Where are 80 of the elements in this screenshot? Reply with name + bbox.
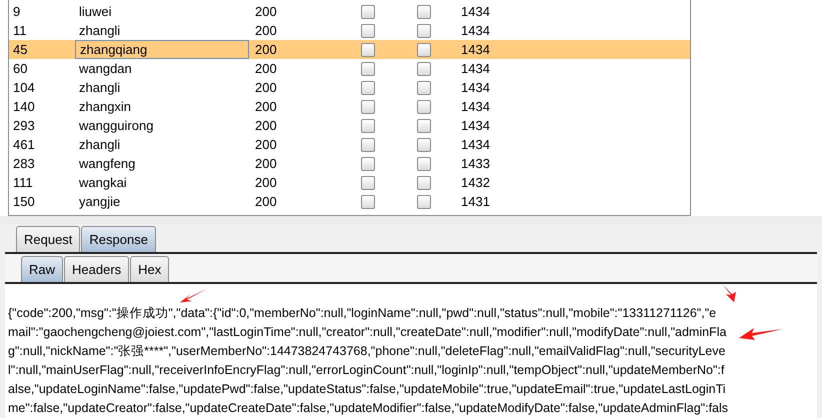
table-cell-text: 111 (12, 174, 34, 192)
table-cell-text: 200 (254, 78, 278, 97)
table-cell-text: 1432 (460, 174, 490, 192)
tab[interactable]: Request (16, 226, 80, 252)
checkbox[interactable] (416, 138, 430, 152)
table-cell-text: 1431 (460, 192, 490, 211)
table-cell-text: 200 (254, 40, 278, 59)
table-cell-text: 1434 (460, 40, 490, 59)
table-cell-text: 200 (254, 22, 278, 40)
table-cell-text: 1434 (460, 78, 490, 97)
checkbox[interactable] (360, 100, 374, 114)
checkbox[interactable] (360, 62, 374, 76)
table-cell-text: 283 (12, 154, 36, 173)
response-line: {"code":200,"msg":"操作成功","data":{"id":0,"memberNo":null,"loginName":null,"pwd":null,"status":null,"mobile":"13311271126","e (8, 305, 716, 322)
table-cell-text: yangjie (78, 192, 122, 211)
table-cell-text: 200 (254, 174, 278, 192)
table-cell-text: zhangli (78, 78, 122, 97)
table-cell: zhangqiang (75, 40, 249, 59)
table-cell-text: 1434 (460, 116, 490, 135)
table-cell-text: 461 (12, 136, 36, 154)
table-cell-text: 11 (12, 22, 28, 40)
table-cell-text: 1434 (460, 2, 490, 21)
response-line: me":false,"updateCreator":false,"updateCreateDate":false,"updateModifier":false,"updateModifyDate":false,"updateAdminFlag":fals (8, 400, 728, 417)
table-cell-text: 1433 (460, 154, 490, 173)
table-cell-text: 45 (12, 40, 28, 59)
table-cell-text: wangfeng (78, 154, 136, 173)
checkbox[interactable] (360, 42, 374, 56)
table-cell-text: 1434 (460, 22, 490, 40)
table-cell-text: wangguirong (78, 116, 154, 135)
table-cell-text: wangkai (78, 174, 128, 192)
response-line: mail":"gaochengcheng@joiest.com","lastLoginTime":null,"creator":null,"createDate":null,"modifier":null,"modifyDate":null,"adminFla (8, 324, 726, 341)
table-cell-text: 1434 (460, 98, 490, 116)
checkbox[interactable] (416, 194, 430, 208)
checkbox[interactable] (360, 80, 374, 94)
table-cell-text: 293 (12, 116, 36, 135)
table-cell-text: 150 (12, 192, 36, 211)
checkbox[interactable] (416, 156, 430, 170)
table-cell-text: zhangli (78, 136, 122, 154)
table-cell-text: 200 (254, 98, 278, 116)
table-cell-text: zhangli (78, 22, 122, 40)
tab[interactable]: Hex (130, 256, 170, 282)
checkbox[interactable] (416, 80, 430, 94)
table-row[interactable]: 45 zhangqiang 200 1434 (9, 40, 690, 59)
tab[interactable]: Raw (21, 256, 64, 282)
table-cell-text: 200 (254, 192, 278, 211)
checkbox[interactable] (360, 118, 374, 132)
table-cell-text: wangdan (78, 60, 133, 78)
table-cell-text: 200 (254, 136, 278, 154)
table-cell-text: 104 (12, 78, 36, 97)
table-cell-text: 60 (12, 60, 28, 78)
checkbox[interactable] (416, 100, 430, 114)
checkbox[interactable] (360, 156, 374, 170)
checkbox[interactable] (416, 24, 430, 38)
table-cell-text: 1434 (460, 60, 490, 78)
tab[interactable]: Response (81, 226, 156, 252)
response-line: alse,"updateLoginName":false,"updatePwd":false,"updateStatus":false,"updateMobile":true,"updateEmail":true,"updateLastLoginTi (8, 381, 726, 398)
table-cell-text: 9 (12, 2, 22, 21)
checkbox[interactable] (360, 138, 374, 152)
annotation-arrow (722, 284, 738, 303)
checkbox[interactable] (360, 24, 374, 38)
checkbox[interactable] (416, 42, 430, 56)
table-cell-text: liuwei (78, 2, 113, 21)
checkbox[interactable] (360, 194, 374, 208)
table-cell-text: 200 (254, 116, 278, 135)
table-cell-text: 1434 (460, 136, 490, 154)
checkbox[interactable] (360, 4, 374, 18)
table-cell-text: 200 (254, 60, 278, 78)
table-cell-text: 140 (12, 98, 36, 116)
checkbox[interactable] (360, 176, 374, 190)
table-cell-text: 200 (254, 2, 278, 21)
checkbox[interactable] (416, 176, 430, 190)
annotation-arrow (738, 326, 784, 342)
response-line: l":null,"mainUserFlag":null,"receiverInfoEncryFlag":null,"errorLoginCount":null,"loginIp":null,"tempObject":null,"updateMemberNo":f (8, 362, 724, 379)
response-line: g":null,"nickName":"张强****","userMemberNo":14473824743768,"phone":null,"deleteFlag":null,"emailValidFlag":null,"securityLeve (8, 343, 726, 360)
checkbox[interactable] (416, 4, 430, 18)
checkbox[interactable] (416, 62, 430, 76)
table-cell-text: 200 (254, 154, 278, 173)
tab[interactable]: Headers (64, 256, 130, 282)
checkbox[interactable] (416, 118, 430, 132)
table-cell-text: zhangxin (78, 98, 132, 116)
